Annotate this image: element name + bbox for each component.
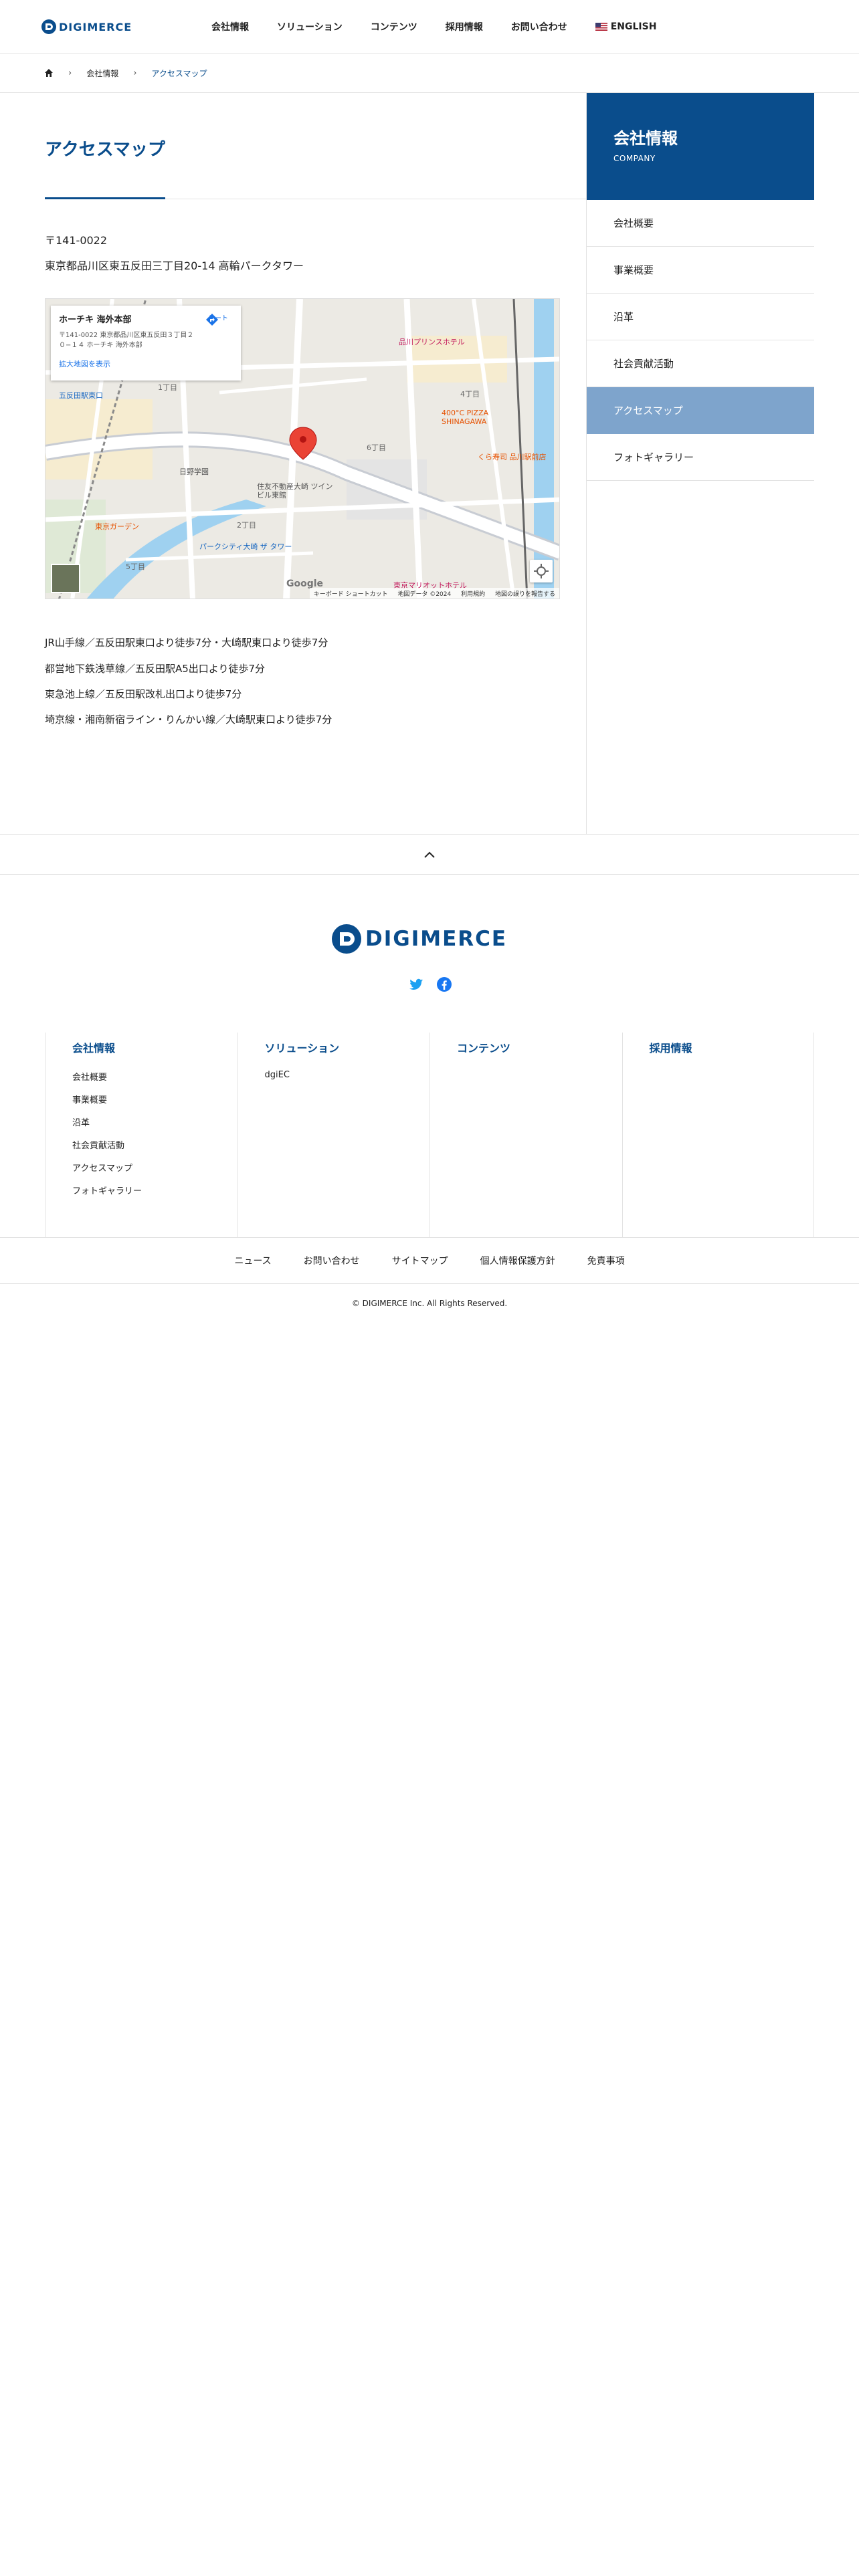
footer-link-privacy[interactable]: 個人情報保護方針 <box>480 1254 555 1267</box>
global-nav: 会社情報 ソリューション コンテンツ 採用情報 お問い合わせ ENGLISH <box>211 0 656 53</box>
address: 東京都品川区東五反田三丁目20-14 高輪パークタワー <box>45 259 304 272</box>
map-label: 住友不動産大崎 ツインビル東館 <box>257 482 333 500</box>
route-button[interactable]: ルート <box>205 312 231 326</box>
site-logo[interactable]: DIGIMERCE <box>41 18 132 35</box>
nav-english[interactable]: ENGLISH <box>595 21 657 32</box>
footer-link-dgiec[interactable]: dgiEC <box>265 1070 430 1093</box>
map-label: 東京ガーデン <box>95 522 139 531</box>
footer-col-company: 会社情報 会社概要 事業概要 沿革 社会貢献活動 アクセスマップ フォトギャラリ… <box>45 1033 237 1237</box>
keyboard-shortcuts-link[interactable]: キーボード ショートカット <box>314 591 388 598</box>
postal-code: 〒141-0022 <box>45 234 108 247</box>
footer-link-overview[interactable]: 会社概要 <box>72 1070 237 1093</box>
copyright: © DIGIMERCE Inc. All Rights Reserved. <box>351 1299 508 1308</box>
footer-col-title[interactable]: 採用情報 <box>650 1039 814 1055</box>
locate-button[interactable] <box>530 560 553 582</box>
map-label: 五反田駅東口 <box>59 391 103 400</box>
social-links <box>408 976 464 992</box>
footer-logo-text: DIGIMERCE <box>365 927 508 951</box>
logo-mark-icon <box>41 19 56 34</box>
page-top-button[interactable] <box>0 834 859 875</box>
footer-logo[interactable]: DIGIMERCE <box>332 924 507 954</box>
chevron-up-icon <box>424 851 435 858</box>
sidebar-item-csr[interactable]: 社会貢献活動 <box>587 340 814 387</box>
sidebar-header: 会社情報 COMPANY <box>587 93 814 200</box>
sidebar-item-overview[interactable]: 会社概要 <box>587 200 814 247</box>
report-error-link[interactable]: 地図の誤りを報告する <box>495 591 555 598</box>
locate-icon <box>534 564 549 578</box>
access-saikyo: 埼京線・湘南新宿ライン・りんかい線／大崎駅東口より徒歩7分 <box>45 714 332 726</box>
map-label: パークシティ大崎 ザ タワー <box>199 542 292 551</box>
map-label: くら寿司 品川駅前店 <box>478 453 547 461</box>
sidebar-subtitle: COMPANY <box>613 154 656 163</box>
logo-text: DIGIMERCE <box>59 20 132 33</box>
sidebar-title: 会社情報 <box>613 129 678 148</box>
footer-link-contact[interactable]: お問い合わせ <box>304 1254 360 1267</box>
terms-link[interactable]: 利用規約 <box>461 591 485 598</box>
view-larger-map-link[interactable]: 拡大地図を表示 <box>59 358 233 369</box>
facebook-icon[interactable] <box>436 976 452 992</box>
satellite-toggle[interactable] <box>51 564 80 593</box>
breadcrumb-company[interactable]: 会社情報 <box>86 68 118 79</box>
access-toei: 都営地下鉄浅草線／五反田駅A5出口より徒歩7分 <box>45 663 266 675</box>
footer-columns: 会社情報 会社概要 事業概要 沿革 社会貢献活動 アクセスマップ フォトギャラリ… <box>45 1033 814 1237</box>
nav-company[interactable]: 会社情報 <box>211 20 249 33</box>
footer-link-sitemap[interactable]: サイトマップ <box>392 1254 448 1267</box>
nav-contact[interactable]: お問い合わせ <box>511 20 567 33</box>
map-label: 6丁目 <box>367 443 386 452</box>
footer-link-disclaimer[interactable]: 免責事項 <box>587 1254 625 1267</box>
map-label: 2丁目 <box>237 521 256 530</box>
logo-mark-icon <box>332 924 361 954</box>
sidebar-item-gallery[interactable]: フォトギャラリー <box>587 434 814 481</box>
nav-solution[interactable]: ソリューション <box>277 20 343 33</box>
breadcrumb: › 会社情報 › アクセスマップ <box>0 53 859 93</box>
map-label: 4丁目 <box>460 390 480 399</box>
page-title: アクセスマップ <box>45 140 165 160</box>
map-data-credit: 地図データ ©2024 <box>397 591 452 598</box>
map-label: 日野学園 <box>179 467 209 476</box>
map-label: 品川プリンスホテル <box>399 338 465 346</box>
map-label: 1丁目 <box>158 383 177 392</box>
main-content: アクセスマップ 〒141-0022 東京都品川区東五反田三丁目20-14 高輪パ… <box>0 93 587 834</box>
title-divider-accent <box>45 197 165 199</box>
footer-link-history[interactable]: 沿革 <box>72 1115 237 1138</box>
map-attribution: キーボード ショートカット 地図データ ©2024 利用規約 地図の誤りを報告す… <box>309 588 559 599</box>
sidebar-item-history[interactable]: 沿革 <box>587 294 814 340</box>
chevron-right-icon: › <box>133 68 137 78</box>
sidebar-item-access[interactable]: アクセスマップ <box>587 387 814 434</box>
chevron-right-icon: › <box>68 68 72 78</box>
footer-col-recruit: 採用情報 <box>622 1033 814 1237</box>
footer-col-title[interactable]: ソリューション <box>265 1039 430 1055</box>
map-label: 5丁目 <box>126 562 145 571</box>
footer-col-contents: コンテンツ <box>430 1033 622 1237</box>
footer-link-csr[interactable]: 社会貢献活動 <box>72 1138 237 1161</box>
access-jr: JR山手線／五反田駅東口より徒歩7分・大崎駅東口より徒歩7分 <box>45 637 328 649</box>
nav-recruit[interactable]: 採用情報 <box>446 20 483 33</box>
route-icon <box>206 314 218 326</box>
footer-col-solution: ソリューション dgiEC <box>237 1033 430 1237</box>
footer-link-gallery[interactable]: フォトギャラリー <box>72 1184 237 1206</box>
map-info-card: ホーチキ 海外本部 〒141-0022 東京都品川区東五反田３丁目２０−１４ ホ… <box>51 306 241 381</box>
breadcrumb-current: アクセスマップ <box>151 68 207 78</box>
home-icon[interactable] <box>44 68 54 78</box>
footer-link-news[interactable]: ニュース <box>234 1254 271 1267</box>
map-place-address: 〒141-0022 東京都品川区東五反田３丁目２０−１４ ホーチキ 海外本部 <box>59 332 194 349</box>
access-tokyu: 東急池上線／五反田駅改札出口より徒歩7分 <box>45 688 242 700</box>
google-map[interactable]: 品川プリンスホテル 400°C PIZZA SHINAGAWA くら寿司 品川駅… <box>45 298 560 599</box>
lang-label: ENGLISH <box>610 21 657 32</box>
sidebar-item-business[interactable]: 事業概要 <box>587 247 814 294</box>
footer-col-title[interactable]: 会社情報 <box>72 1039 237 1055</box>
footer-col-title[interactable]: コンテンツ <box>457 1039 622 1055</box>
map-label: 400°C PIZZA SHINAGAWA <box>442 409 489 426</box>
twitter-icon[interactable] <box>408 976 424 992</box>
sidebar-nav: 会社概要 事業概要 沿革 社会貢献活動 アクセスマップ フォトギャラリー <box>587 200 814 481</box>
footer-links: ニュース お問い合わせ サイトマップ 個人情報保護方針 免責事項 <box>0 1237 859 1284</box>
footer-link-business[interactable]: 事業概要 <box>72 1093 237 1115</box>
us-flag-icon <box>595 23 607 31</box>
footer-link-access[interactable]: アクセスマップ <box>72 1161 237 1184</box>
site-header: DIGIMERCE 会社情報 ソリューション コンテンツ 採用情報 お問い合わせ… <box>0 0 859 53</box>
nav-contents[interactable]: コンテンツ <box>371 20 417 33</box>
